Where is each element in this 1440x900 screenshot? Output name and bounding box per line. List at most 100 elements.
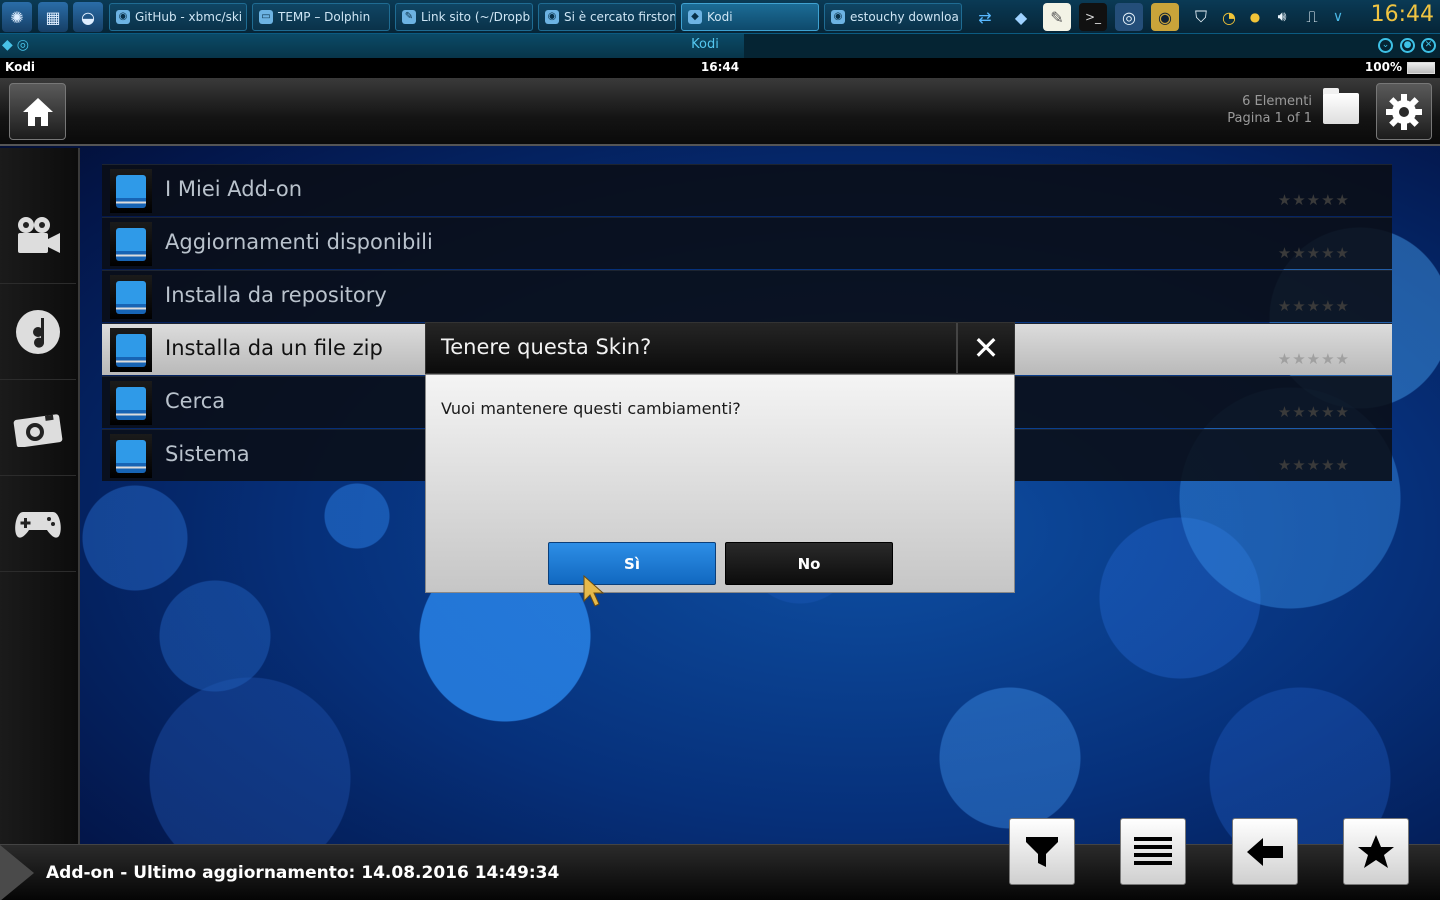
list-item[interactable]: Installa da repository ★★★★★ — [102, 270, 1392, 322]
editor-icon: ✎ — [402, 10, 416, 24]
item-label: Installa da un file zip — [165, 336, 383, 360]
browser-icon: ◉ — [116, 10, 130, 24]
kodi-status-bar: Kodi 16:44 100% — [0, 58, 1440, 78]
page-info: 6 Elementi Pagina 1 of 1 — [1227, 93, 1312, 127]
updater-icon[interactable]: ● — [1241, 3, 1269, 31]
task-github[interactable]: ◉ GitHub - xbmc/ski — [109, 3, 247, 31]
dialog-close-button[interactable]: ✕ — [956, 323, 1014, 373]
favourites-button[interactable] — [1343, 818, 1409, 885]
back-arrow-icon — [1247, 837, 1283, 866]
terminal-icon[interactable]: >_ — [1079, 3, 1107, 31]
task-kodi[interactable]: ◆ Kodi — [681, 3, 819, 31]
sidebar-item-videos[interactable] — [0, 188, 76, 284]
drive-icon — [116, 174, 146, 208]
drive-icon — [116, 227, 146, 261]
filter-button[interactable] — [1009, 818, 1075, 885]
rating-stars: ★★★★★ — [1277, 244, 1350, 262]
close-icon: ✕ — [972, 329, 1000, 367]
maximize-icon[interactable]: ● — [1400, 38, 1415, 53]
dialog-title: Tenere questa Skin? — [441, 335, 652, 359]
page-indicator: Pagina 1 of 1 — [1227, 111, 1312, 126]
teamviewer-icon[interactable]: ⇄ — [971, 3, 999, 31]
item-label: Installa da repository — [165, 283, 387, 307]
gear-icon — [1386, 93, 1422, 130]
sidebar-item-games[interactable] — [0, 476, 76, 572]
home-button[interactable] — [9, 83, 66, 140]
rating-stars: ★★★★★ — [1277, 403, 1350, 421]
item-label: I Miei Add-on — [165, 177, 303, 201]
no-button[interactable]: No — [725, 542, 893, 585]
video-camera-icon — [18, 216, 60, 253]
battery-icon — [1407, 62, 1435, 74]
kodi-icon: ◆ — [688, 10, 702, 24]
gamepad-icon — [15, 511, 61, 538]
music-disc-icon — [16, 309, 60, 354]
browser-icon: ◉ — [545, 10, 559, 24]
task-estouchy[interactable]: ◉ estouchy downloa — [824, 3, 962, 31]
kodi-stage: 6 Elementi Pagina 1 of 1 I Miei Add-on ★… — [0, 78, 1440, 900]
task-search[interactable]: ◉ Si è cercato firston — [538, 3, 676, 31]
minimize-icon[interactable]: ⌄ — [1378, 38, 1393, 53]
rating-stars: ★★★★★ — [1277, 456, 1350, 474]
drive-icon — [116, 280, 146, 314]
notes-icon[interactable]: ✎ — [1043, 3, 1071, 31]
item-thumbnail — [110, 275, 152, 319]
eye-icon[interactable]: ◉ — [1151, 3, 1179, 31]
kodi-tray-icon[interactable]: ◆ — [1007, 3, 1035, 31]
items-count: 6 Elementi — [1242, 94, 1312, 109]
view-mode-button[interactable] — [1120, 818, 1186, 885]
kodi-topbar: 6 Elementi Pagina 1 of 1 — [0, 78, 1440, 146]
item-thumbnail — [110, 169, 152, 213]
expand-tray-icon[interactable]: ∨ — [1324, 3, 1352, 31]
rating-stars: ★★★★★ — [1277, 350, 1350, 368]
home-icon — [22, 97, 53, 126]
browser-icon: ◉ — [831, 10, 845, 24]
footer-status: Add-on - Ultimo aggiornamento: 14.08.201… — [46, 863, 560, 883]
item-thumbnail — [110, 222, 152, 266]
network-icon[interactable]: ⎍ — [1298, 3, 1326, 31]
alarm-icon[interactable]: ◔ — [1215, 3, 1243, 31]
volume-icon[interactable]: 🔊︎ — [1268, 3, 1296, 31]
list-item[interactable]: Aggiornamenti disponibili ★★★★★ — [102, 217, 1392, 269]
dolphin-launcher-icon[interactable]: ◒ — [73, 2, 103, 32]
task-label: GitHub - xbmc/ski — [135, 10, 243, 24]
yes-button[interactable]: Sì — [548, 542, 716, 585]
star-icon — [1358, 834, 1394, 868]
settings-button[interactable] — [1376, 83, 1432, 140]
task-label: Si è cercato firston — [564, 10, 676, 24]
folder-icon: ▭ — [259, 10, 273, 24]
back-button[interactable] — [1232, 818, 1298, 885]
taskbar-clock: 16:44 — [1370, 2, 1434, 27]
sidebar-item-music[interactable] — [0, 284, 76, 380]
task-label: Kodi — [707, 10, 733, 24]
drive-icon — [116, 439, 146, 473]
filter-icon — [1026, 836, 1058, 867]
shield-icon[interactable]: ⛉ — [1187, 3, 1215, 31]
task-label: TEMP – Dolphin — [278, 10, 371, 24]
drive-icon — [116, 386, 146, 420]
kodi-time: 16:44 — [700, 60, 740, 74]
bottom-arrow-icon — [0, 845, 34, 900]
app-menu-icon[interactable]: ✺ — [2, 2, 32, 32]
item-thumbnail — [110, 434, 152, 478]
task-link-sito[interactable]: ✎ Link sito (~/Dropb — [395, 3, 533, 31]
item-label: Aggiornamenti disponibili — [165, 230, 433, 254]
item-label: Sistema — [165, 442, 250, 466]
kodi-sidebar — [0, 148, 80, 844]
window-titlebar: ◆◎ Kodi ⌄ ● ✕ — [0, 34, 1440, 58]
item-thumbnail — [110, 328, 152, 372]
screenshot-launcher-icon[interactable]: ▦ — [38, 2, 68, 32]
mouse-cursor-icon — [583, 575, 605, 607]
task-dolphin[interactable]: ▭ TEMP – Dolphin — [252, 3, 390, 31]
network-monitor-icon[interactable]: ◎ — [1115, 3, 1143, 31]
list-item[interactable]: I Miei Add-on ★★★★★ — [102, 164, 1392, 216]
item-thumbnail — [110, 381, 152, 425]
item-label: Cerca — [165, 389, 226, 413]
close-window-icon[interactable]: ✕ — [1421, 38, 1436, 53]
dialog-body: Vuoi mantenere questi cambiamenti? Sì No — [425, 374, 1015, 593]
sidebar-item-pictures[interactable] — [0, 380, 76, 476]
task-label: Link sito (~/Dropb — [421, 10, 531, 24]
camera-icon — [13, 413, 63, 447]
dialog-message: Vuoi mantenere questi cambiamenti? — [441, 399, 741, 418]
os-taskbar: ✺ ▦ ◒ ◉ GitHub - xbmc/ski ▭ TEMP – Dolph… — [0, 0, 1440, 34]
